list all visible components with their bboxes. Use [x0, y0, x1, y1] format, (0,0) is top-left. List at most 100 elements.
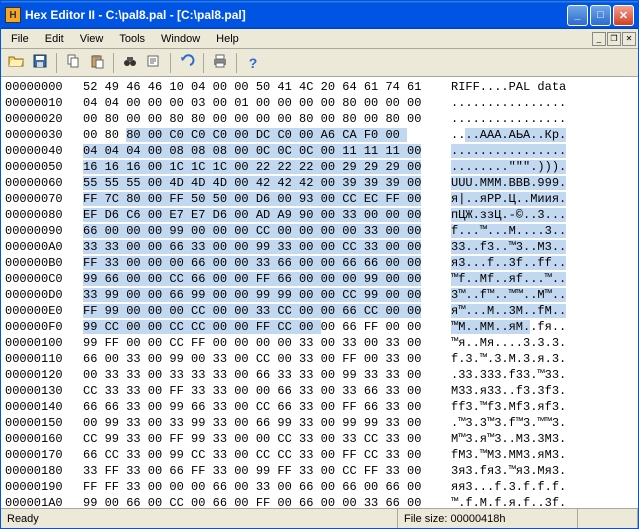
hex-bytes[interactable]: FF 99 00 00 00 CC 00 00 33 CC 00 00 66 C…: [83, 303, 451, 319]
mdi-close-button[interactable]: ✕: [622, 32, 636, 46]
hex-bytes[interactable]: FF FF 33 00 00 00 66 00 33 00 66 00 66 0…: [83, 479, 451, 495]
hex-row[interactable]: 00000130 CC 33 33 00 FF 33 33 00 00 66 3…: [5, 383, 638, 399]
ascii-cell[interactable]: ........""".))).: [451, 159, 566, 175]
menu-edit[interactable]: Edit: [37, 31, 72, 47]
close-button[interactable]: ✕: [613, 5, 634, 26]
hex-bytes[interactable]: FF 33 00 00 00 66 00 00 33 66 00 00 66 6…: [83, 255, 451, 271]
hex-bytes[interactable]: 00 80 00 00 80 80 00 00 00 00 80 00 80 0…: [83, 111, 451, 127]
hex-row[interactable]: 000000F0 99 CC 00 00 CC CC 00 00 FF CC 0…: [5, 319, 638, 335]
ascii-cell[interactable]: яя3...f.3.f.f.f.: [451, 479, 566, 495]
find-button[interactable]: [119, 52, 141, 74]
ascii-cell[interactable]: ................: [451, 95, 566, 111]
ascii-cell[interactable]: ................: [451, 111, 566, 127]
hex-bytes[interactable]: 33 33 00 00 66 33 00 00 99 33 00 00 CC 3…: [83, 239, 451, 255]
hex-row[interactable]: 00000000 52 49 46 46 10 04 00 00 50 41 4…: [5, 79, 638, 95]
paste-button[interactable]: [86, 52, 108, 74]
ascii-cell[interactable]: я|..яPP.Ц..Миия.: [451, 191, 566, 207]
hex-bytes[interactable]: CC 99 33 00 FF 99 33 00 00 CC 33 00 33 C…: [83, 431, 451, 447]
hex-row[interactable]: 00000190 FF FF 33 00 00 00 66 00 33 00 6…: [5, 479, 638, 495]
hex-row[interactable]: 00000070 FF 7C 80 00 FF 50 50 00 D6 00 9…: [5, 191, 638, 207]
hex-bytes[interactable]: 33 FF 33 00 66 FF 33 00 99 FF 33 00 CC F…: [83, 463, 451, 479]
menu-window[interactable]: Window: [153, 31, 208, 47]
hex-bytes[interactable]: 99 FF 00 00 CC FF 00 00 00 00 33 00 33 0…: [83, 335, 451, 351]
print-button[interactable]: [209, 52, 231, 74]
hex-bytes[interactable]: 16 16 16 00 1C 1C 1C 00 22 22 22 00 29 2…: [83, 159, 451, 175]
copy-button[interactable]: [62, 52, 84, 74]
hex-bytes[interactable]: 00 80 80 00 C0 C0 C0 00 DC C0 00 A6 CA F…: [83, 127, 451, 143]
goto-button[interactable]: [143, 52, 165, 74]
hex-row[interactable]: 000000B0 FF 33 00 00 00 66 00 00 33 66 0…: [5, 255, 638, 271]
ascii-cell[interactable]: я3...f..3f..ff..: [451, 255, 566, 271]
hex-row[interactable]: 00000110 66 00 33 00 99 00 33 00 CC 00 3…: [5, 351, 638, 367]
hex-row[interactable]: 00000080 EF D6 C6 00 E7 E7 D6 00 AD A9 9…: [5, 207, 638, 223]
hex-bytes[interactable]: CC 33 33 00 FF 33 33 00 00 66 33 00 33 6…: [83, 383, 451, 399]
hex-row[interactable]: 00000060 55 55 55 00 4D 4D 4D 00 42 42 4…: [5, 175, 638, 191]
ascii-cell[interactable]: 33..f3..™3..М3..: [451, 239, 566, 255]
hex-row[interactable]: 000000C0 99 66 00 00 CC 66 00 00 FF 66 0…: [5, 271, 638, 287]
ascii-cell[interactable]: 3™..f™..™™..М™..: [451, 287, 566, 303]
hex-row[interactable]: 00000180 33 FF 33 00 66 FF 33 00 99 FF 3…: [5, 463, 638, 479]
hex-bytes[interactable]: 66 CC 33 00 99 CC 33 00 CC CC 33 00 FF C…: [83, 447, 451, 463]
hex-row[interactable]: 00000160 CC 99 33 00 FF 99 33 00 00 CC 3…: [5, 431, 638, 447]
hex-bytes[interactable]: 55 55 55 00 4D 4D 4D 00 42 42 42 00 39 3…: [83, 175, 451, 191]
hex-row[interactable]: 00000150 00 99 33 00 33 99 33 00 66 99 3…: [5, 415, 638, 431]
ascii-cell[interactable]: ™М..ММ..яМ..fя..: [451, 319, 566, 335]
ascii-cell[interactable]: .™3.3™3.f™3.™™3.: [451, 415, 566, 431]
hex-row[interactable]: 00000040 04 04 04 00 08 08 08 00 0C 0C 0…: [5, 143, 638, 159]
hex-bytes[interactable]: 52 49 46 46 10 04 00 00 50 41 4C 20 64 6…: [83, 79, 451, 95]
ascii-cell[interactable]: ff3.™f3.Мf3.яf3.: [451, 399, 566, 415]
ascii-cell[interactable]: RIFF....PAL data: [451, 79, 566, 95]
hex-bytes[interactable]: 99 66 00 00 CC 66 00 00 FF 66 00 00 00 9…: [83, 271, 451, 287]
mdi-minimize-button[interactable]: _: [592, 32, 606, 46]
hex-bytes[interactable]: 04 04 00 00 00 03 00 01 00 00 00 00 80 0…: [83, 95, 451, 111]
hex-row[interactable]: 000000A0 33 33 00 00 66 33 00 00 99 33 0…: [5, 239, 638, 255]
hex-editor-area[interactable]: 00000000 52 49 46 46 10 04 00 00 50 41 4…: [1, 77, 638, 508]
hex-row[interactable]: 00000090 66 00 00 00 99 00 00 00 CC 00 0…: [5, 223, 638, 239]
undo-button[interactable]: [176, 52, 198, 74]
minimize-button[interactable]: _: [567, 5, 588, 26]
ascii-cell[interactable]: f.3.™.3.М.3.я.3.: [451, 351, 566, 367]
ascii-cell[interactable]: .33.333.f33.™33.: [451, 367, 566, 383]
menu-file[interactable]: File: [3, 31, 37, 47]
ascii-cell[interactable]: ™.f.М.f.я.f..3f.: [451, 495, 566, 508]
hex-row[interactable]: 00000100 99 FF 00 00 CC FF 00 00 00 00 3…: [5, 335, 638, 351]
hex-bytes[interactable]: 00 99 33 00 33 99 33 00 66 99 33 00 99 9…: [83, 415, 451, 431]
hex-bytes[interactable]: 00 33 33 00 33 33 33 00 66 33 33 00 99 3…: [83, 367, 451, 383]
menu-view[interactable]: View: [72, 31, 112, 47]
menu-help[interactable]: Help: [208, 31, 247, 47]
ascii-cell[interactable]: ................: [451, 143, 566, 159]
hex-row[interactable]: 000000E0 FF 99 00 00 00 CC 00 00 33 CC 0…: [5, 303, 638, 319]
hex-row[interactable]: 00000050 16 16 16 00 1C 1C 1C 00 22 22 2…: [5, 159, 638, 175]
hex-bytes[interactable]: EF D6 C6 00 E7 E7 D6 00 AD A9 90 00 33 0…: [83, 207, 451, 223]
hex-row[interactable]: 00000140 66 66 33 00 99 66 33 00 CC 66 3…: [5, 399, 638, 415]
ascii-cell[interactable]: 3я3.fя3.™я3.Мя3.: [451, 463, 566, 479]
hex-row[interactable]: 00000020 00 80 00 00 80 80 00 00 00 00 8…: [5, 111, 638, 127]
help-button[interactable]: ?: [242, 52, 264, 74]
save-button[interactable]: [29, 52, 51, 74]
hex-bytes[interactable]: 33 99 00 00 66 99 00 00 99 99 00 00 CC 9…: [83, 287, 451, 303]
ascii-cell[interactable]: М™3.я™3..М3.3М3.: [451, 431, 566, 447]
ascii-cell[interactable]: UUU.MMM.BBB.999.: [451, 175, 566, 191]
hex-bytes[interactable]: FF 7C 80 00 FF 50 50 00 D6 00 93 00 CC E…: [83, 191, 451, 207]
hex-bytes[interactable]: 66 00 00 00 99 00 00 00 CC 00 00 00 00 3…: [83, 223, 451, 239]
ascii-cell[interactable]: fМ3.™М3.ММ3.яМ3.: [451, 447, 566, 463]
hex-row[interactable]: 000000D0 33 99 00 00 66 99 00 00 99 99 0…: [5, 287, 638, 303]
hex-bytes[interactable]: 66 00 33 00 99 00 33 00 CC 00 33 00 FF 0…: [83, 351, 451, 367]
ascii-cell[interactable]: М33.я33..f3.3f3.: [451, 383, 566, 399]
hex-bytes[interactable]: 99 CC 00 00 CC CC 00 00 FF CC 00 00 66 F…: [83, 319, 451, 335]
hex-bytes[interactable]: 04 04 04 00 08 08 08 00 0C 0C 0C 00 11 1…: [83, 143, 451, 159]
ascii-cell[interactable]: я™...М..3М..fМ..: [451, 303, 566, 319]
hex-bytes[interactable]: 66 66 33 00 99 66 33 00 CC 66 33 00 FF 6…: [83, 399, 451, 415]
open-button[interactable]: [5, 52, 27, 74]
maximize-button[interactable]: □: [590, 5, 611, 26]
menu-tools[interactable]: Tools: [111, 31, 153, 47]
ascii-cell[interactable]: ™f..Мf..яf...™..: [451, 271, 566, 287]
mdi-restore-button[interactable]: ❐: [607, 32, 621, 46]
hex-row[interactable]: 00000010 04 04 00 00 00 03 00 01 00 00 0…: [5, 95, 638, 111]
hex-row[interactable]: 000001A0 99 00 66 00 CC 00 66 00 FF 00 6…: [5, 495, 638, 508]
hex-row[interactable]: 00000170 66 CC 33 00 99 CC 33 00 CC CC 3…: [5, 447, 638, 463]
hex-bytes[interactable]: 99 00 66 00 CC 00 66 00 FF 00 66 00 00 3…: [83, 495, 451, 508]
ascii-cell[interactable]: f...™...М....3..: [451, 223, 566, 239]
ascii-cell[interactable]: ....ААА.АЬА..Кр.: [451, 127, 566, 143]
ascii-cell[interactable]: пЦЖ.ззЦ.-©..3...: [451, 207, 566, 223]
